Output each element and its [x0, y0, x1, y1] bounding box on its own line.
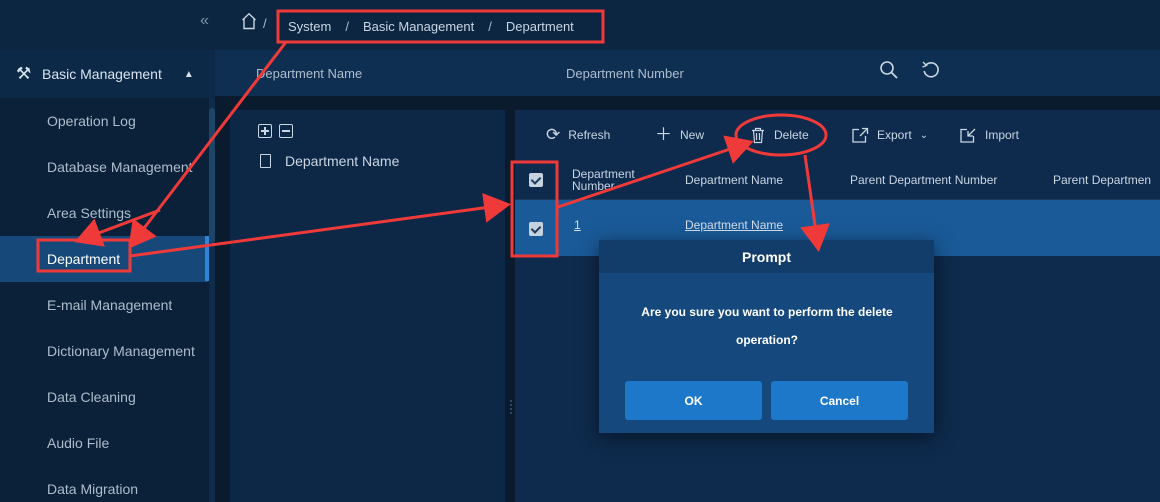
import-button[interactable]: Import [959, 120, 1019, 150]
row-checkbox[interactable] [529, 222, 543, 236]
breadcrumb-department: Department [505, 19, 574, 34]
chevron-down-icon: ⌄ [919, 129, 929, 141]
plus-icon: ＋ [655, 125, 672, 144]
sidebar-item-dictionary-management[interactable]: Dictionary Management [0, 328, 208, 374]
import-label: Import [985, 128, 1020, 142]
home-icon[interactable] [241, 12, 257, 30]
sidebar-item-database-management[interactable]: Database Management [0, 144, 208, 190]
dialog-message: Are you sure you want to perform the del… [641, 305, 893, 347]
breadcrumb-system[interactable]: System [288, 19, 331, 34]
department-name-search-field[interactable]: Department Name [256, 50, 546, 96]
reset-icon[interactable] [919, 58, 943, 82]
column-parent-department-number[interactable]: Parent Department Number [850, 160, 997, 200]
sidebar-group-basic-management[interactable]: ⚒ Basic Management ▲ [0, 50, 215, 98]
sidebar-group-label: Basic Management [42, 66, 162, 82]
new-button[interactable]: ＋ New [655, 120, 704, 150]
refresh-icon: ⟳ [546, 125, 561, 144]
export-icon [852, 127, 869, 143]
search-icon[interactable] [877, 58, 901, 82]
breadcrumb: System / Basic Management / Department [278, 11, 603, 42]
collapse-sidebar-icon[interactable]: « [200, 12, 209, 30]
sidebar-item-audio-file[interactable]: Audio File [0, 420, 208, 466]
import-icon [960, 128, 976, 143]
expand-all-icon[interactable] [258, 124, 272, 138]
column-parent-department-name[interactable]: Parent Departmen [1053, 160, 1151, 200]
breadcrumb-separator: / [488, 19, 492, 34]
cell-department-number[interactable]: 1 [574, 218, 581, 232]
sidebar-header [0, 0, 215, 50]
sidebar-item-data-migration[interactable]: Data Migration [0, 466, 208, 502]
breadcrumb-separator: / [345, 19, 349, 34]
column-department-number[interactable]: Department Number [572, 160, 652, 200]
dialog-title: Prompt [599, 240, 934, 273]
department-number-search-field[interactable]: Department Number [566, 50, 856, 96]
trash-icon [752, 127, 764, 143]
ok-button[interactable]: OK [625, 381, 762, 420]
wrench-icon: ⚒ [16, 64, 32, 83]
sidebar-item-email-management[interactable]: E-mail Management [0, 282, 208, 328]
tree-node-department[interactable]: Department Name [260, 153, 399, 169]
new-label: New [680, 128, 705, 142]
scrollbar-thumb[interactable] [209, 108, 215, 243]
sidebar-item-area-settings[interactable]: Area Settings [0, 190, 208, 236]
chevron-up-icon: ▲ [183, 68, 194, 80]
collapse-all-icon[interactable] [279, 124, 293, 138]
breadcrumb-basic-management[interactable]: Basic Management [363, 19, 474, 34]
sidebar-item-department[interactable]: Department [0, 236, 208, 282]
tree-node-label: Department Name [285, 153, 400, 169]
sidebar-scrollbar[interactable] [209, 98, 215, 502]
cell-department-name[interactable]: Department Name [685, 218, 783, 232]
select-all-checkbox[interactable] [529, 173, 543, 187]
export-label: Export [877, 128, 912, 142]
refresh-button[interactable]: ⟳ Refresh [546, 120, 610, 150]
export-button[interactable]: Export ⌄ [851, 120, 928, 150]
refresh-label: Refresh [568, 128, 611, 142]
delete-label: Delete [774, 128, 809, 142]
document-icon [260, 154, 271, 168]
cancel-button[interactable]: Cancel [771, 381, 908, 420]
column-department-name[interactable]: Department Name [685, 160, 783, 200]
delete-button[interactable]: Delete [750, 120, 809, 150]
sidebar-item-data-cleaning[interactable]: Data Cleaning [0, 374, 208, 420]
panel-resize-handle[interactable] [510, 400, 512, 414]
sidebar-item-operation-log[interactable]: Operation Log [0, 98, 208, 144]
breadcrumb-separator: / [263, 16, 267, 31]
